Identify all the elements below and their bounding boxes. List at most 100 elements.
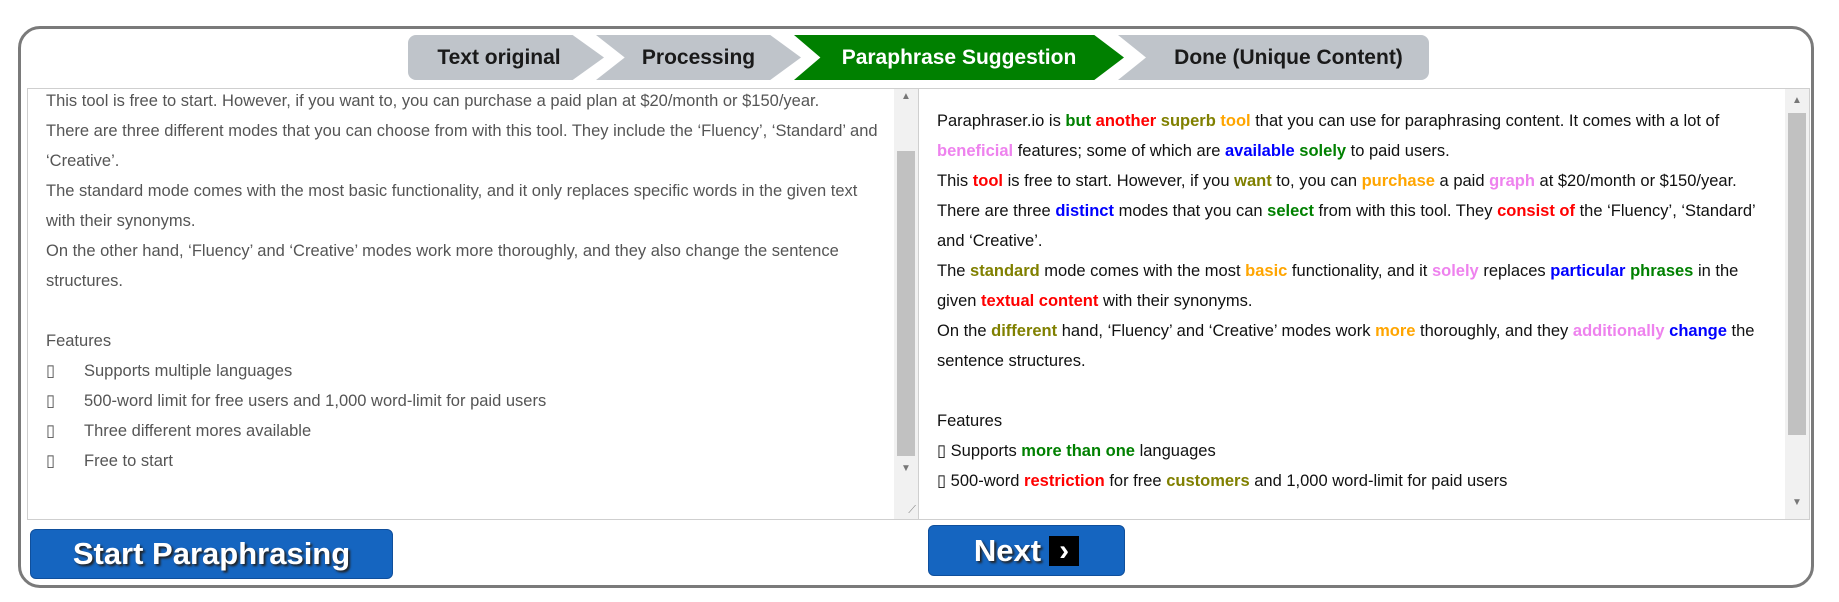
feature-text: Free to start [84,452,173,470]
changed-word: particular [1550,262,1626,280]
bullet-icon: ▯ [46,452,56,470]
text-segment: from with this tool. They [1313,202,1498,220]
text-segment: to, you can [1271,172,1362,190]
changed-word: another [1095,112,1157,130]
changed-word: standard [970,262,1040,280]
text-segment: thoroughly, and they [1415,322,1573,340]
changed-word: more than one [1021,442,1135,460]
changed-word: distinct [1055,202,1114,220]
paragraph: This tool is free to start. However, if … [46,92,820,110]
text-segment: functionality, and it [1287,262,1432,280]
text-segment: Supports [950,442,1022,460]
features-heading: Features [937,412,1003,430]
paraphrase-result-area: Paraphraser.io is but another superb too… [918,88,1810,520]
paragraph: The standard mode comes with the most ba… [46,182,858,230]
changed-word: purchase [1361,172,1435,190]
text-segment: The [937,262,971,280]
feature-item: ▯ 500-word restriction for free customer… [937,466,1769,496]
right-scrollbar[interactable]: ▲ ▼ [1785,89,1809,519]
text-segment: This [937,172,973,190]
start-paraphrasing-button[interactable]: Start Paraphrasing [30,529,393,579]
changed-word: solely [1299,142,1347,160]
scroll-up-icon[interactable]: ▲ [1785,95,1809,106]
feature-item: ▯ Three different mores available [46,416,878,446]
step-processing: Processing [596,35,801,80]
text-segment: languages [1134,442,1216,460]
text-segment: mode comes with the most [1039,262,1246,280]
original-text: This tool is free to start. However, if … [46,89,878,476]
changed-word: superb [1160,112,1216,130]
changed-word: textual content [981,292,1099,310]
feature-text: 500-word limit for free users and 1,000 … [84,392,547,410]
text-segment: hand, ‘Fluency’ and ‘Creative’ modes wor… [1057,322,1376,340]
feature-item: ▯ 500-word limit for free users and 1,000… [46,386,878,416]
next-button[interactable]: Next › [928,525,1125,576]
changed-word: want [1234,172,1272,190]
changed-word: select [1267,202,1314,220]
next-label: Next [973,532,1042,568]
text-segment: features; some of which are [1013,142,1225,160]
text-segment: a paid [1434,172,1490,190]
changed-word: more [1375,322,1416,340]
changed-word: graph [1489,172,1535,190]
changed-word: customers [1166,472,1250,490]
text-segment: modes that you can [1113,202,1268,220]
bullet-icon: ▯ [46,392,56,410]
right-scroll-thumb[interactable] [1788,113,1806,435]
paragraph: Paraphraser.io is but another superb too… [937,106,1769,166]
text-segment: replaces [1478,262,1551,280]
left-scroll-thumb[interactable] [897,151,915,456]
feature-text: Supports multiple languages [84,362,293,380]
changed-word: but [1065,112,1092,130]
original-text-area[interactable]: This tool is free to start. However, if … [27,88,919,520]
changed-word: change [1669,322,1727,340]
chevron-right-icon: › [1049,535,1080,566]
scroll-down-icon[interactable]: ▼ [894,463,918,474]
changed-word: basic [1245,262,1288,280]
paragraph: On the other hand, ‘Fluency’ and ‘Creati… [46,242,839,290]
text-segment: Paraphraser.io is [937,112,1066,130]
left-scrollbar[interactable]: ▲ ▼ [894,89,918,519]
paragraph: There are three distinct modes that you … [937,196,1769,256]
changed-word: beneficial [937,142,1014,160]
bullet-icon: ▯ [46,422,56,440]
changed-word: available [1224,142,1295,160]
step-done: Done (Unique Content) [1118,35,1429,80]
text-segment: with their synonyms. [1098,292,1253,310]
paragraph: On the different hand, ‘Fluency’ and ‘Cr… [937,316,1769,376]
scroll-up-icon[interactable]: ▲ [894,91,918,102]
paragraph: There are three different modes that you… [46,122,878,170]
changed-word: solely [1431,262,1479,280]
changed-word: additionally [1572,322,1665,340]
bullet-icon: ▯ [937,442,951,460]
paragraph: This tool is free to start. However, if … [937,166,1769,196]
text-segment: 500-word [950,472,1025,490]
changed-word: phrases [1630,262,1694,280]
start-label: Start Paraphrasing [72,536,351,571]
changed-word: tool [972,172,1004,190]
resize-handle-icon[interactable]: ⟋ [908,504,916,517]
text-segment: at $20/month or $150/year. [1534,172,1737,190]
feature-item: ▯ Supports multiple languages [46,356,878,386]
step-paraphrase-suggestion: Paraphrase Suggestion [794,35,1124,80]
bullet-icon: ▯ [937,472,951,490]
features-heading: Features [46,332,112,350]
changed-word: consist of [1497,202,1576,220]
scroll-down-icon[interactable]: ▼ [1785,497,1809,508]
bullet-icon: ▯ [46,362,56,380]
changed-word: different [991,322,1058,340]
text-segment: for free [1104,472,1167,490]
text-segment: to paid users. [1346,142,1450,160]
paragraph: The standard mode comes with the most ba… [937,256,1769,316]
text-segment: On the [937,322,992,340]
text-segment: is free to start. However, if you [1003,172,1235,190]
text-segment: There are three [937,202,1056,220]
feature-item: ▯ Free to start [46,446,878,476]
step-text-original: Text original [408,35,604,80]
text-segment: that you can use for paraphrasing conten… [1250,112,1720,130]
paraphrased-text: Paraphraser.io is but another superb too… [937,106,1769,496]
text-segment: and 1,000 word-limit for paid users [1249,472,1508,490]
feature-item: ▯ Supports more than one languages [937,436,1769,466]
